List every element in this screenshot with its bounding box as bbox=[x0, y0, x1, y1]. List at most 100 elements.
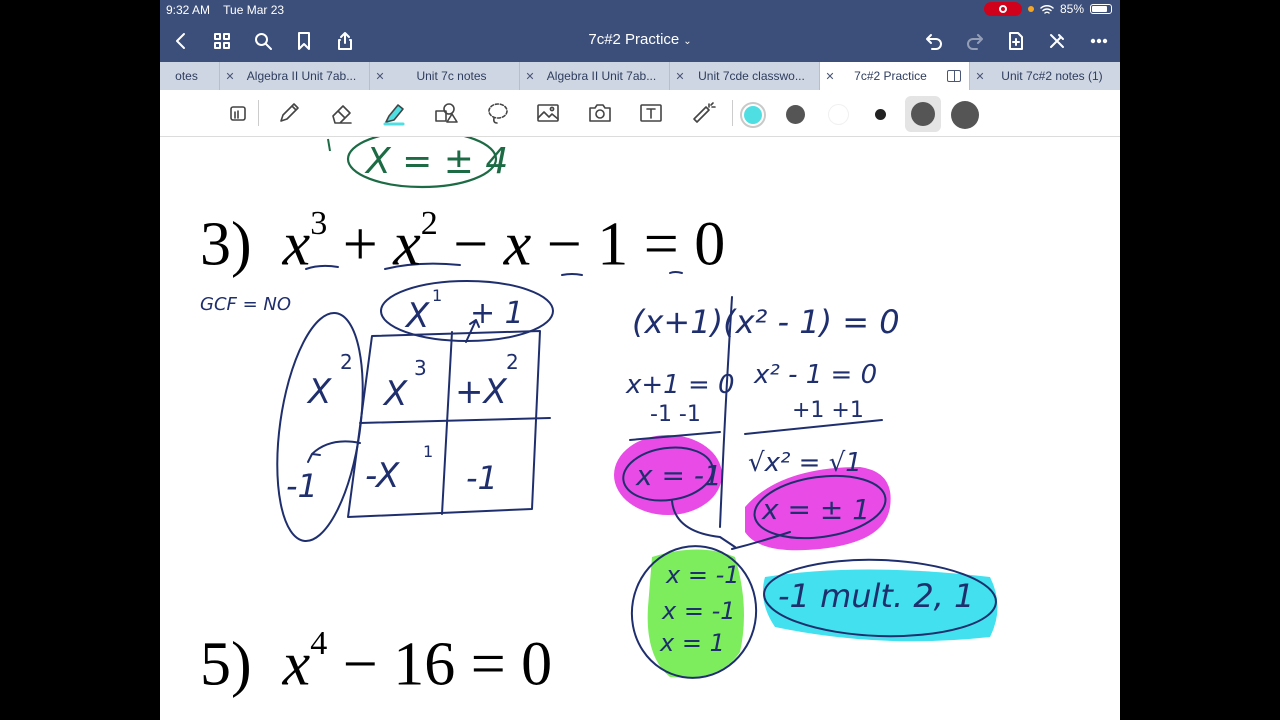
color-swatch-white[interactable] bbox=[829, 105, 848, 124]
hw-list-2: x = -1 bbox=[661, 597, 736, 625]
thickness-medium-selected[interactable] bbox=[905, 96, 941, 132]
wifi-icon bbox=[1040, 4, 1054, 14]
tab-label: Algebra II Unit 7ab... bbox=[546, 69, 657, 83]
hw-right-sqrt: √x² = √1 bbox=[748, 448, 862, 478]
shapes-icon bbox=[435, 103, 458, 123]
tab-4[interactable]: ✕ Algebra II Unit 7ab... bbox=[520, 62, 670, 90]
pen-tool[interactable] bbox=[273, 98, 305, 128]
laser-pointer-icon bbox=[693, 102, 716, 123]
redo-icon bbox=[967, 34, 983, 50]
hw-left-eq: x+1 = 0 bbox=[625, 370, 735, 400]
close-tab-icon[interactable]: ✕ bbox=[970, 70, 990, 83]
hw-right-eq: x² - 1 = 0 bbox=[753, 360, 877, 390]
redo-button[interactable] bbox=[960, 26, 990, 56]
eraser-tool[interactable] bbox=[326, 98, 358, 128]
notebook-page[interactable]: 3) x3 + x2 − x − 1 = 0 5) x4 − 16 = 0 X … bbox=[160, 137, 1120, 720]
mic-indicator-icon bbox=[1027, 6, 1034, 12]
pen-icon bbox=[280, 103, 299, 122]
hw-left-ans: x = -1 bbox=[635, 459, 722, 492]
hw-cell-d: -1 bbox=[466, 459, 498, 497]
hw-cell-b: +X bbox=[455, 372, 507, 412]
shapes-tool[interactable] bbox=[430, 98, 462, 128]
hw-left-neg1: -1 bbox=[286, 467, 318, 505]
tab-6-active[interactable]: ✕ 7c#2 Practice bbox=[820, 62, 970, 90]
ipad-screen: 9:32 AM Tue Mar 23 85% 7c#2 Practice ⌄ o… bbox=[160, 0, 1120, 720]
image-tool[interactable] bbox=[532, 98, 564, 128]
status-date: Tue Mar 23 bbox=[223, 3, 285, 17]
hw-box-top-x: X bbox=[404, 296, 430, 336]
hw-box-top-plus1: + 1 bbox=[470, 296, 524, 331]
eraser-icon bbox=[332, 105, 352, 124]
text-box-icon bbox=[640, 104, 662, 122]
tab-1[interactable]: otes bbox=[160, 62, 220, 90]
more-button[interactable] bbox=[1084, 26, 1114, 56]
nav-bar: 7c#2 Practice ⌄ bbox=[160, 20, 1120, 62]
close-tab-icon[interactable]: ✕ bbox=[370, 70, 390, 83]
hw-cell-c-exp: 1 bbox=[423, 442, 433, 461]
screen-recording-icon[interactable] bbox=[983, 2, 1022, 16]
hw-box-top-exp: 1 bbox=[432, 286, 442, 305]
close-tab-icon[interactable]: ✕ bbox=[670, 70, 690, 83]
read-only-tool[interactable] bbox=[222, 98, 254, 128]
add-page-button[interactable] bbox=[1001, 26, 1031, 56]
tab-5[interactable]: ✕ Unit 7cde classwo... bbox=[670, 62, 820, 90]
lasso-icon bbox=[488, 103, 508, 124]
image-icon bbox=[537, 104, 559, 122]
hw-cell-b-exp: 2 bbox=[506, 350, 519, 374]
close-tab-icon[interactable]: ✕ bbox=[820, 70, 840, 83]
hw-right-ans: x = ± 1 bbox=[761, 493, 870, 526]
drawing-toolbar bbox=[160, 90, 1120, 137]
tab-label: Unit 7c#2 notes (1) bbox=[1001, 69, 1103, 83]
thickness-small[interactable] bbox=[875, 109, 886, 120]
color-swatch-gray[interactable] bbox=[786, 105, 805, 124]
tab-2[interactable]: ✕ Algebra II Unit 7ab... bbox=[220, 62, 370, 90]
close-tab-icon[interactable]: ✕ bbox=[220, 70, 240, 83]
document-title-text: 7c#2 Practice bbox=[588, 31, 680, 48]
undo-icon bbox=[926, 34, 942, 50]
add-page-icon bbox=[1009, 32, 1023, 50]
hw-cell-a: X bbox=[382, 374, 408, 414]
split-view-icon[interactable] bbox=[947, 70, 961, 82]
undo-button[interactable] bbox=[919, 26, 949, 56]
tab-3[interactable]: ✕ Unit 7c notes bbox=[370, 62, 520, 90]
hw-right-add: +1 +1 bbox=[792, 398, 864, 423]
status-time: 9:32 AM bbox=[166, 3, 211, 17]
hw-cell-c: -X bbox=[365, 456, 400, 496]
more-icon bbox=[1090, 38, 1108, 44]
hw-factored: (x+1)(x² - 1) = 0 bbox=[632, 303, 900, 341]
tab-7[interactable]: ✕ Unit 7c#2 notes (1) bbox=[970, 62, 1120, 90]
battery-percent: 85% bbox=[1059, 2, 1084, 16]
battery-icon bbox=[1090, 4, 1112, 14]
lasso-tool[interactable] bbox=[482, 98, 514, 128]
text-tool[interactable] bbox=[635, 98, 667, 128]
highlighter-tool[interactable] bbox=[378, 98, 410, 128]
camera-tool[interactable] bbox=[584, 98, 616, 128]
tab-bar: otes ✕ Algebra II Unit 7ab... ✕ Unit 7c … bbox=[160, 62, 1120, 90]
hw-top-answer: X = ± 4 bbox=[364, 141, 508, 182]
highlighter-icon bbox=[383, 104, 405, 126]
camera-icon bbox=[589, 104, 611, 122]
hw-list-1: x = -1 bbox=[665, 561, 740, 589]
tab-label: otes bbox=[175, 69, 198, 83]
hw-cell-a-exp: 3 bbox=[414, 356, 427, 380]
pen-off-icon bbox=[1050, 34, 1064, 48]
hand-pointer-icon bbox=[230, 106, 246, 121]
tab-label: Unit 7cde classwo... bbox=[698, 69, 805, 83]
hw-left-exp: 2 bbox=[340, 350, 353, 374]
pen-toggle-button[interactable] bbox=[1042, 26, 1072, 56]
color-swatch-cyan[interactable] bbox=[740, 102, 766, 128]
hw-left-x: X bbox=[306, 372, 332, 412]
hw-gcf: GCF = NO bbox=[200, 294, 291, 315]
hw-multiplicity: -1 mult. 2, 1 bbox=[778, 577, 974, 615]
handwriting-layer: X = ± 4 GCF = NO X 1 + 1 X 2 -1 X 3 +X 2… bbox=[200, 141, 974, 657]
status-bar: 9:32 AM Tue Mar 23 85% bbox=[160, 0, 1120, 20]
tab-label: Unit 7c notes bbox=[416, 69, 487, 83]
thickness-large[interactable] bbox=[951, 101, 979, 129]
tab-label: Algebra II Unit 7ab... bbox=[246, 69, 357, 83]
close-tab-icon[interactable]: ✕ bbox=[520, 70, 540, 83]
hw-left-sub: -1 -1 bbox=[650, 402, 701, 427]
tab-label: 7c#2 Practice bbox=[854, 69, 927, 83]
chevron-down-icon: ⌄ bbox=[683, 36, 692, 47]
hw-list-3: x = 1 bbox=[659, 629, 725, 657]
laser-pointer-tool[interactable] bbox=[687, 98, 719, 128]
